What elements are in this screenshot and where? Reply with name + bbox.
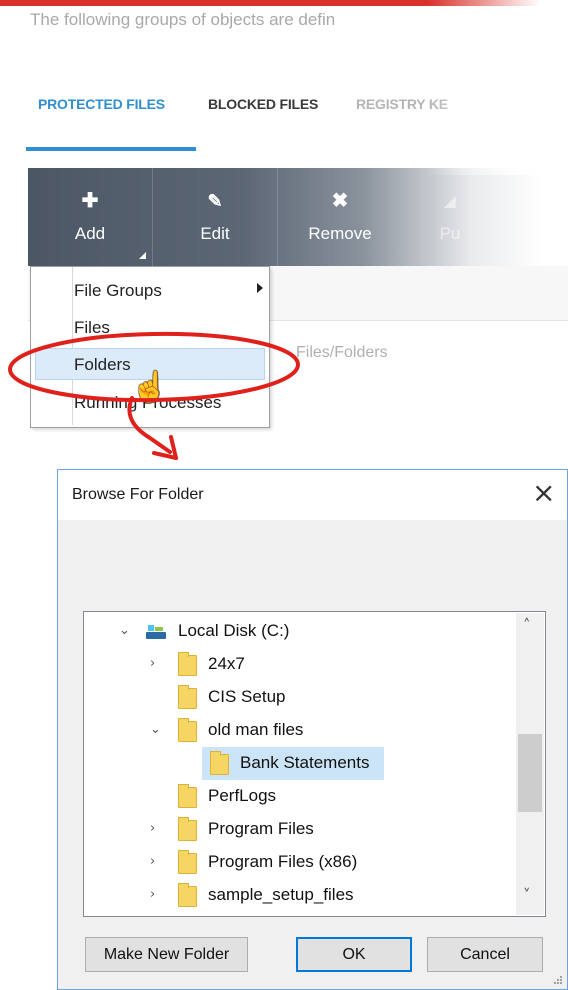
annotation-overlay [8,331,300,460]
tree-item-sample-setup-files[interactable]: › sample_setup_files [84,879,514,912]
folder-icon [178,685,197,709]
folder-icon [178,883,197,907]
tree-item-24x7[interactable]: › 24x7 [84,648,514,681]
make-new-folder-button[interactable]: Make New Folder [85,937,248,972]
ok-button[interactable]: OK [296,937,412,972]
resize-grip-icon[interactable] [548,974,564,988]
tree-item-label: Program Files (x86) [208,852,358,871]
tree-item-label: Program Files [208,819,314,838]
scroll-up-icon[interactable]: ˄ [523,616,531,634]
chevron-right-icon[interactable]: › [150,656,155,671]
annotation-ellipse [8,331,300,403]
tree-item-program-files-x86[interactable]: › Program Files (x86) [84,846,514,879]
tree-item-label: Local Disk (C:) [178,621,290,640]
folder-icon [178,817,197,841]
chevron-right-icon[interactable]: › [150,854,155,869]
tree-item-label: PerfLogs [208,786,277,805]
tree-item-local-disk[interactable]: ⌄ Local Disk (C:) [84,615,514,648]
tree-item-label: sample_setup_files [208,885,354,904]
tree-item-perflogs[interactable]: PerfLogs [84,780,514,813]
scroll-down-icon[interactable]: ˅ [523,886,531,904]
tree-item-label: old man files [208,720,304,739]
tree-item-bank-statements[interactable]: Bank Statements [84,747,514,780]
annotation-arrow-shaft [127,396,172,454]
chevron-down-icon[interactable]: ⌄ [119,623,130,638]
tree-item-cis-setup[interactable]: CIS Setup [84,681,514,714]
cancel-button[interactable]: Cancel [427,937,543,972]
close-icon[interactable]: × [532,478,555,508]
scrollbar-thumb[interactable] [518,734,542,812]
tree-item-label: Bank Statements [240,753,370,772]
folder-icon [210,751,229,775]
chevron-right-icon[interactable]: › [150,887,155,902]
folder-tree: ⌄ Local Disk (C:) › 24x7 CIS Setup ⌄ old… [83,611,546,917]
folder-icon [178,850,197,874]
tree-item-label: CIS Setup [208,687,286,706]
tree-item-program-files[interactable]: › Program Files [84,813,514,846]
drive-icon [146,625,166,639]
folder-icon [178,784,197,808]
tree-item-old-man-files[interactable]: ⌄ old man files [84,714,514,747]
folder-icon [178,718,197,742]
chevron-right-icon[interactable]: › [150,821,155,836]
folder-icon [178,652,197,676]
chevron-down-icon[interactable]: ⌄ [150,722,161,737]
dialog-title: Browse For Folder [72,486,204,503]
tree-item-label: 24x7 [208,654,245,673]
